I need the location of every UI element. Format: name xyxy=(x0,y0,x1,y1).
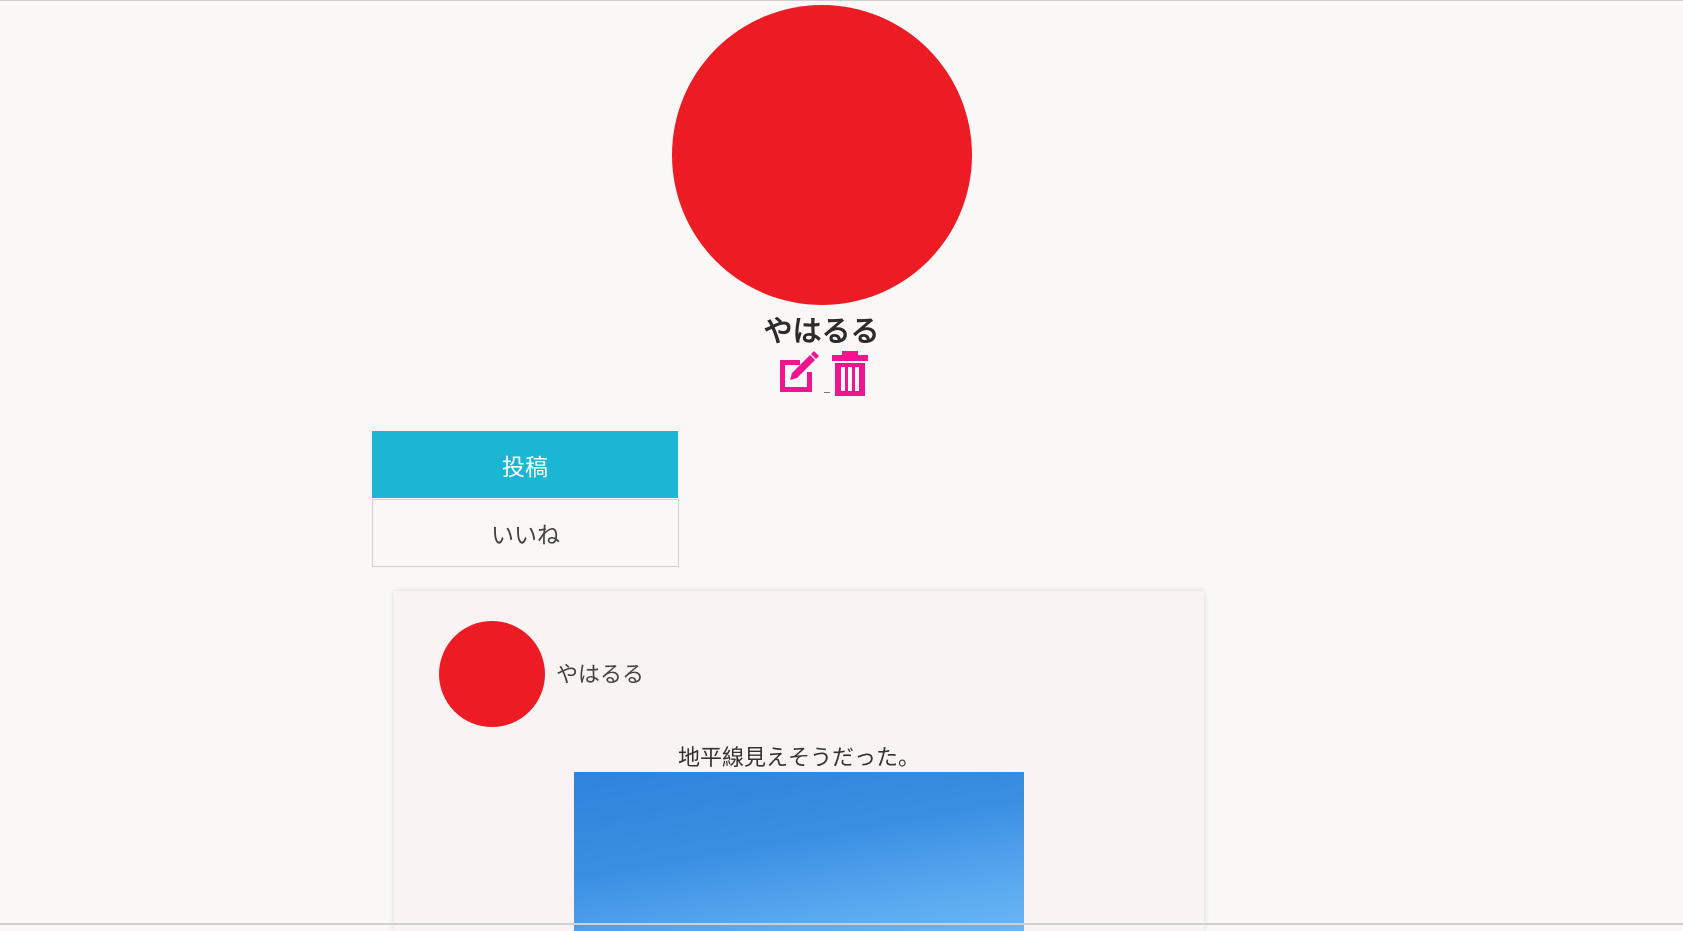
profile-avatar xyxy=(672,5,972,305)
profile-tabs: 投稿 いいね xyxy=(372,431,679,567)
post-author-avatar[interactable] xyxy=(439,621,545,727)
top-border xyxy=(0,0,1683,1)
post-image[interactable] xyxy=(574,772,1024,931)
delete-profile-button[interactable] xyxy=(830,350,870,398)
edit-icon xyxy=(780,351,819,392)
profile-actions xyxy=(774,350,870,398)
post-text: 地平線見えそうだった。 xyxy=(677,746,920,771)
post-card: やはるる 地平線見えそうだった。 xyxy=(394,591,1204,931)
post-author-name[interactable]: やはるる xyxy=(556,657,644,689)
bottom-border xyxy=(0,923,1683,925)
trash-icon xyxy=(832,351,868,396)
tab-likes[interactable]: いいね xyxy=(372,499,679,567)
edit-profile-button[interactable] xyxy=(774,350,822,398)
profile-name: やはるる xyxy=(763,314,880,348)
tab-posts[interactable]: 投稿 xyxy=(372,431,678,498)
